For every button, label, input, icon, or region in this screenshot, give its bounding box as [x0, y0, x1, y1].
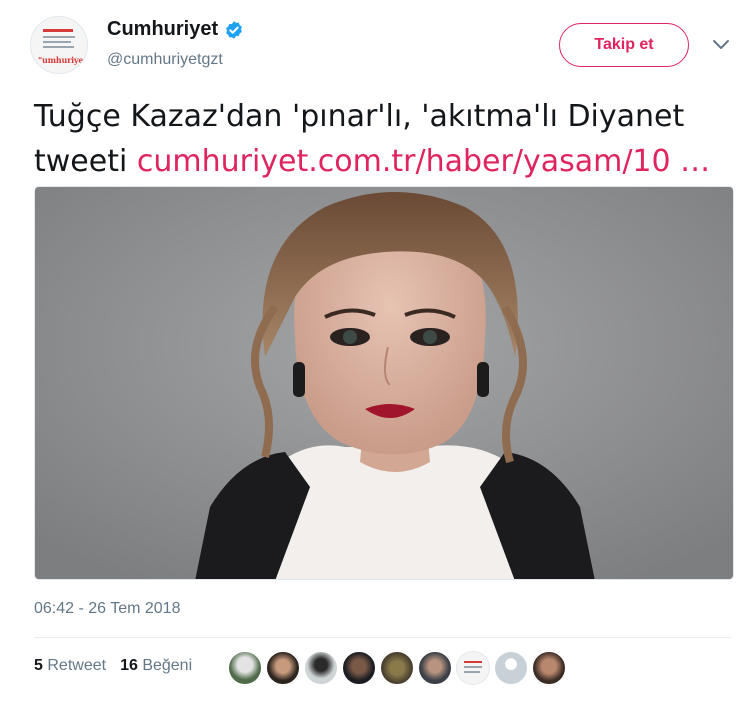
tweet-text: Tuğçe Kazaz'dan 'pınar'lı, 'akıtma'lı Di… — [34, 94, 724, 184]
tweet-text-line-1: Tuğçe Kazaz'dan 'pınar'lı, 'akıtma'lı Di… — [34, 99, 685, 134]
like-stat[interactable]: 16 Beğeni — [120, 657, 192, 675]
liker-avatar-3[interactable] — [304, 651, 338, 685]
liker-avatar-1[interactable] — [228, 651, 262, 685]
tweet-media-photo[interactable] — [34, 186, 734, 580]
tweet-stats: 5 Retweet 16 Beğeni — [34, 657, 192, 675]
tweet-text-prefix: tweeti — [34, 144, 137, 179]
tweet-link[interactable]: cumhuriyet.com.tr/haber/yasam/10 — [137, 144, 671, 179]
like-count: 16 — [120, 657, 138, 674]
liker-avatar-7[interactable] — [456, 651, 490, 685]
logo-text: "umhuriye" — [38, 55, 88, 65]
follow-button[interactable]: Takip et — [559, 23, 689, 67]
liker-avatars — [228, 651, 566, 685]
portrait-photo-image — [35, 187, 733, 579]
liker-avatar-6[interactable] — [418, 651, 452, 685]
liker-avatar-5[interactable] — [380, 651, 414, 685]
retweet-count: 5 — [34, 657, 43, 674]
verified-badge-icon — [226, 20, 242, 39]
tweet-link-ellipsis[interactable]: … — [671, 144, 710, 179]
account-name-row[interactable]: Cumhuriyet — [107, 18, 244, 41]
retweet-stat[interactable]: 5 Retweet — [34, 657, 106, 675]
liker-avatar-2[interactable] — [266, 651, 300, 685]
liker-avatar-4[interactable] — [342, 651, 376, 685]
divider — [34, 637, 731, 638]
liker-avatar-9[interactable] — [532, 651, 566, 685]
like-label: Beğeni — [142, 657, 193, 674]
retweet-label: Retweet — [47, 657, 107, 674]
tweet-text-line-2: tweeti cumhuriyet.com.tr/haber/yasam/10 … — [34, 139, 724, 184]
chevron-down-icon[interactable] — [711, 38, 731, 52]
account-handle[interactable]: @cumhuriyetgzt — [107, 51, 223, 69]
tweet-card: "umhuriye" Cumhuriyet @cumhuriyetgzt Tak… — [0, 0, 755, 701]
account-avatar[interactable]: "umhuriye" — [30, 16, 88, 74]
liker-avatar-8[interactable] — [494, 651, 528, 685]
account-name[interactable]: Cumhuriyet — [107, 18, 218, 41]
tweet-timestamp[interactable]: 06:42 - 26 Tem 2018 — [34, 600, 180, 618]
